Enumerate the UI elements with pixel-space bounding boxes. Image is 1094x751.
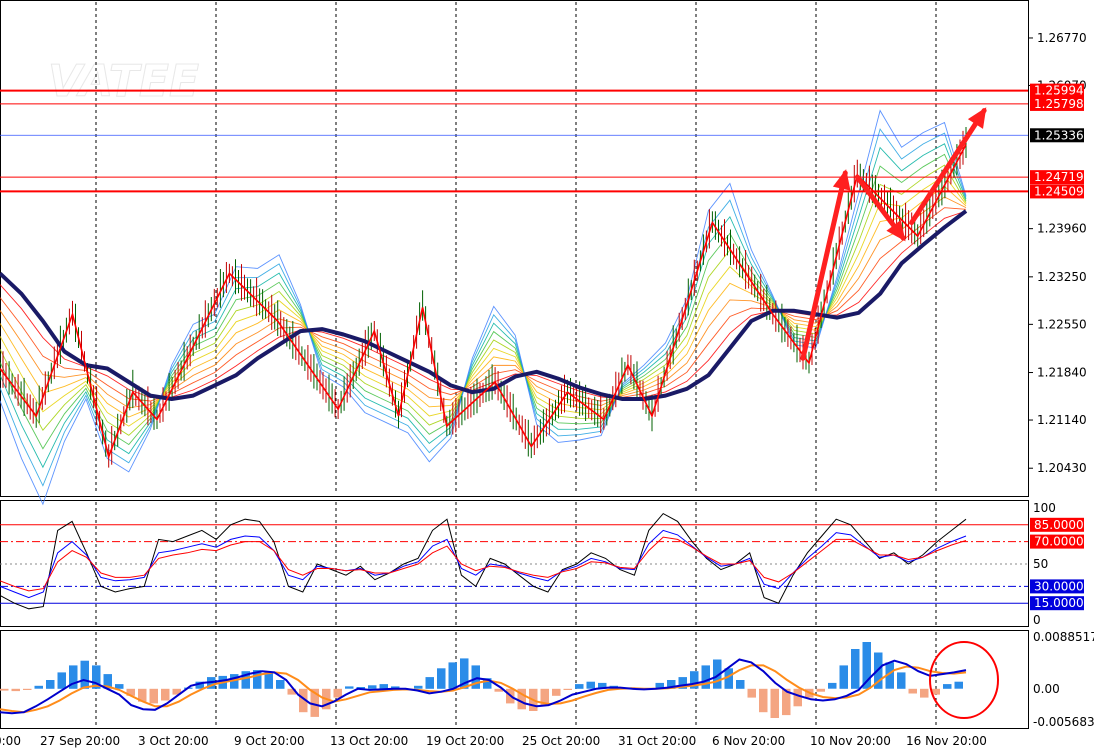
macd-histogram-bar	[920, 688, 929, 698]
price-tag-label: 1.25798	[1034, 97, 1084, 111]
macd-histogram-bar	[333, 688, 342, 698]
macd-histogram-bar	[563, 688, 572, 690]
macd-tick-label: 0.0088517	[1033, 630, 1094, 644]
macd-histogram-bar	[161, 688, 170, 701]
macd-histogram-bar	[851, 649, 860, 689]
macd-histogram-bar	[828, 682, 837, 689]
time-label: 19 Oct 20:00	[426, 734, 504, 748]
macd-histogram-bar	[816, 688, 825, 692]
y-tick-label: 1.20430	[1037, 461, 1087, 475]
y-tick-label: 1.26770	[1037, 31, 1087, 45]
time-label: 16 Nov 20:00	[906, 734, 987, 748]
macd-histogram-bar	[448, 662, 457, 689]
time-label: 31 Oct 20:00	[618, 734, 696, 748]
macd-histogram-bar	[425, 677, 434, 689]
price-axis: 1.267701.260701.239601.232501.225501.218…	[1028, 31, 1087, 475]
time-label: 25 Oct 20:00	[522, 734, 600, 748]
macd-histogram-bar	[736, 680, 745, 689]
macd-tick-label: -0.005683	[1033, 715, 1094, 729]
macd-histogram-bar	[23, 688, 32, 690]
y-tick-label: 1.23960	[1037, 222, 1087, 236]
macd-histogram-bar	[437, 668, 446, 689]
macd-histogram-bar	[586, 681, 595, 689]
price-tag-label: 1.24509	[1034, 184, 1084, 198]
price-tag-label: 1.24719	[1034, 170, 1084, 184]
macd-histogram-bar	[264, 672, 273, 689]
macd-histogram-bar	[908, 688, 917, 694]
macd-histogram-bar	[701, 665, 710, 689]
stochastic-tick-label: 100	[1033, 501, 1056, 515]
macd-histogram-bar	[897, 672, 906, 689]
time-label: 10 Nov 20:00	[810, 734, 891, 748]
macd-histogram-bar	[747, 688, 756, 698]
time-axis: 27 Sep 20:00 3 Oct 20:00 9 Oct 20:00 13 Oct…	[0, 734, 987, 748]
y-tick-label: 1.22550	[1037, 317, 1087, 331]
time-label: 9 Oct 20:00	[234, 734, 305, 748]
macd-histogram-bar	[793, 688, 802, 707]
stochastic-tick-label: 50	[1033, 557, 1048, 571]
macd-histogram-bar	[57, 672, 66, 689]
macd-histogram-bar	[379, 684, 388, 689]
y-tick-label: 1.21840	[1037, 366, 1087, 380]
macd-histogram-bar	[0, 688, 9, 691]
stochastic-level-label: 15.0000	[1034, 596, 1084, 610]
macd-histogram-bar	[80, 660, 89, 689]
time-label: 6 Nov 20:00	[712, 734, 785, 748]
macd-histogram-bar	[552, 688, 561, 696]
macd-histogram-bar	[46, 680, 55, 689]
macd-histogram-bar	[954, 681, 963, 689]
price-tag-label: 1.25994	[1034, 84, 1084, 98]
y-tick-label: 1.23250	[1037, 270, 1087, 284]
macd-tick-label: 0.00	[1033, 682, 1060, 696]
macd-histogram-bar	[770, 688, 779, 718]
stochastic-tick-label: 0	[1033, 613, 1041, 627]
stochastic-level-label: 70.0000	[1034, 535, 1084, 549]
macd-histogram-bar	[943, 684, 952, 689]
current-price-label: 1.25336	[1034, 128, 1084, 142]
macd-histogram-bar	[759, 688, 768, 713]
time-label: 13 Oct 20:00	[330, 734, 408, 748]
macd-histogram-bar	[368, 685, 377, 689]
macd-histogram-bar	[149, 688, 158, 704]
time-label: 27 Sep 20:00	[40, 734, 120, 748]
time-label-partial: 0:00	[0, 734, 21, 748]
macd-histogram-bar	[34, 685, 43, 689]
stochastic-level-label: 30.0000	[1034, 579, 1084, 593]
time-label: 3 Oct 20:00	[138, 734, 209, 748]
macd-histogram-bar	[839, 665, 848, 689]
stochastic-level-label: 85.0000	[1034, 518, 1084, 532]
forex-chart: VATEE 85.0000 70.0000 30.0000 15.0000 100 50 0…	[0, 0, 1094, 748]
macd-histogram-bar	[575, 684, 584, 689]
macd-histogram-bar	[276, 680, 285, 689]
macd-histogram-bar	[11, 688, 20, 692]
watermark: VATEE	[48, 56, 199, 107]
macd-histogram-bar	[414, 685, 423, 689]
y-tick-label: 1.21140	[1037, 413, 1087, 427]
macd-histogram-bar	[345, 686, 354, 689]
